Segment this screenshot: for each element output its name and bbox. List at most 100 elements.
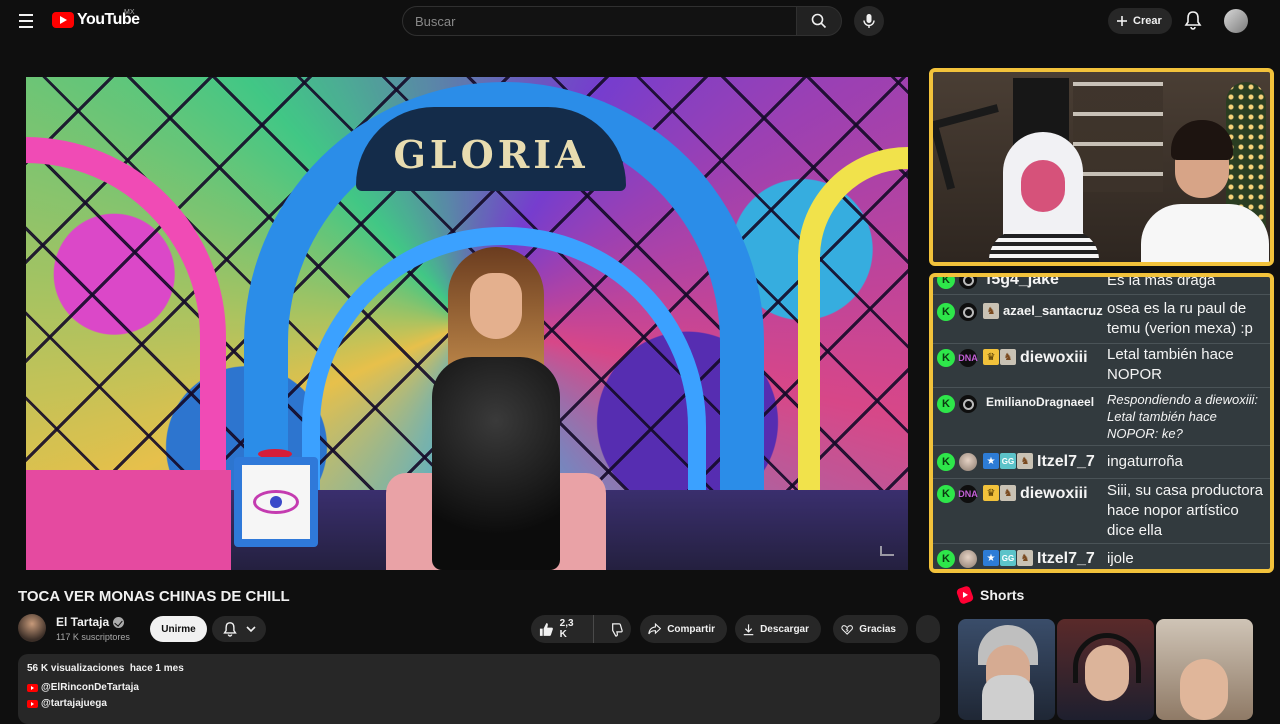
star-badge-icon: ★ xyxy=(983,550,999,566)
channel-name-text: El Tartaja xyxy=(56,615,110,629)
kick-icon: K xyxy=(937,349,955,367)
download-icon xyxy=(743,623,754,635)
search-input[interactable] xyxy=(415,13,797,29)
chat-text: Letal también hace NOPOR xyxy=(1107,346,1234,383)
streamer-left xyxy=(959,132,1109,262)
thumbs-up-icon xyxy=(539,622,553,636)
kick-icon: K xyxy=(937,395,955,413)
chat-message: K DNA ♛ ♞ diewoxiii xyxy=(937,349,1088,367)
chat-username: diewoxiii xyxy=(1020,349,1088,366)
chat-message: K ★ GG ♞ Itzel7_7 xyxy=(937,550,1095,568)
svg-text:$: $ xyxy=(846,627,849,633)
short-thumbnail[interactable] xyxy=(958,619,1055,720)
chat-text: Siii, su casa productora hace nopor artí… xyxy=(1107,482,1263,539)
join-button[interactable]: Unirme xyxy=(150,616,207,642)
user-avatar[interactable] xyxy=(1224,9,1248,33)
chat-message: K f5g4_jake xyxy=(937,273,1059,289)
dna-badge-icon: DNA xyxy=(958,349,978,367)
link-text: @ElRinconDeTartaja xyxy=(41,682,139,693)
search-button[interactable] xyxy=(796,6,842,36)
short-thumbnail[interactable] xyxy=(1156,619,1253,720)
chat-text: Es la más draga xyxy=(1107,273,1216,289)
verified-icon xyxy=(113,616,125,628)
more-actions-button[interactable] xyxy=(916,615,940,643)
description-box[interactable]: 56 K visualizaciones hace 1 mes @ElRinco… xyxy=(18,654,940,724)
cat-badge-icon: ♞ xyxy=(983,303,999,319)
presenter-figure xyxy=(406,247,586,570)
gift-badge-icon: GG xyxy=(1000,453,1016,469)
user-icon xyxy=(959,395,977,413)
description-link[interactable]: @tartajajuega xyxy=(27,698,931,709)
video-player[interactable]: GLORIA xyxy=(26,77,908,570)
share-icon xyxy=(648,622,662,635)
user-icon xyxy=(959,277,977,289)
chat-username: Itzel7_7 xyxy=(1037,550,1095,567)
search-icon xyxy=(811,13,827,29)
create-label: Crear xyxy=(1133,15,1162,27)
youtube-icon xyxy=(27,699,38,708)
chat-username: f5g4_jake xyxy=(986,273,1059,288)
download-label: Descargar xyxy=(760,623,809,635)
chat-message: K ♞ azael_santacruz xyxy=(937,303,1103,321)
download-button[interactable]: Descargar xyxy=(735,615,821,643)
chat-divider xyxy=(933,294,1270,295)
search-box[interactable] xyxy=(402,6,798,36)
thanks-button[interactable]: $ Gracias xyxy=(833,615,908,643)
user-avatar-icon xyxy=(959,453,977,471)
plus-icon xyxy=(1117,16,1127,26)
chat-username: azael_santacruz xyxy=(1003,303,1103,318)
chat-text: ingaturroña xyxy=(1107,453,1183,470)
thanks-heart-icon: $ xyxy=(841,624,853,635)
bell-icon xyxy=(222,622,237,637)
country-code: MX xyxy=(124,9,135,16)
bell-icon xyxy=(1184,11,1202,30)
chat-message: K DNA ♛ ♞ diewoxiii xyxy=(937,485,1088,503)
description-meta: 56 K visualizaciones hace 1 mes xyxy=(27,663,931,674)
top-bar: YouTube MX Crear xyxy=(0,0,1280,42)
channel-watermark-icon[interactable] xyxy=(880,546,894,556)
cat-badge-icon: ♞ xyxy=(1000,485,1016,501)
voice-search-button[interactable] xyxy=(854,6,884,36)
notifications-button[interactable] xyxy=(1184,10,1202,35)
like-count: 2,3 K xyxy=(559,618,574,640)
channel-avatar[interactable] xyxy=(18,614,46,642)
chat-divider xyxy=(933,445,1270,446)
chat-divider xyxy=(933,478,1270,479)
chat-overlay: K f5g4_jake Es la más draga K ♞ azael_sa… xyxy=(929,273,1274,573)
view-count: 56 K visualizaciones xyxy=(27,663,125,674)
chevron-down-icon xyxy=(245,626,256,633)
upload-date: hace 1 mes xyxy=(129,663,184,674)
eye-icon xyxy=(253,490,299,514)
youtube-play-icon xyxy=(52,12,74,28)
chat-message: K ★ GG ♞ Itzel7_7 xyxy=(937,453,1095,471)
subscriber-count: 117 K suscriptores xyxy=(56,632,130,642)
like-dislike-group: 2,3 K xyxy=(531,615,631,643)
chat-username: EmilianoDragnaeel xyxy=(986,395,1095,409)
chat-divider xyxy=(933,387,1270,388)
star-badge-icon: ★ xyxy=(983,453,999,469)
channel-name[interactable]: El Tartaja xyxy=(56,615,125,629)
chat-divider xyxy=(933,543,1270,544)
share-button[interactable]: Compartir xyxy=(640,615,727,643)
subscription-bell-button[interactable] xyxy=(212,616,266,642)
cat-badge-icon: ♞ xyxy=(1017,550,1033,566)
dislike-button[interactable] xyxy=(600,615,631,643)
link-text: @tartajajuega xyxy=(41,698,107,709)
create-button[interactable]: Crear xyxy=(1108,8,1172,34)
description-link[interactable]: @ElRinconDeTartaja xyxy=(27,682,931,693)
menu-icon[interactable] xyxy=(14,10,38,32)
chat-divider xyxy=(933,343,1270,344)
chat-message: K EmilianoDragnaeel xyxy=(937,395,1094,413)
user-icon xyxy=(959,303,977,321)
chat-text: ijole xyxy=(1107,550,1134,567)
chat-username: diewoxiii xyxy=(1020,485,1088,502)
short-thumbnail[interactable] xyxy=(1057,619,1154,720)
shorts-heading: Shorts xyxy=(955,585,1024,605)
video-title: TOCA VER MONAS CHINAS DE CHILL xyxy=(18,588,290,605)
like-button[interactable]: 2,3 K xyxy=(531,615,594,643)
crown-icon: ♛ xyxy=(983,485,999,501)
youtube-icon xyxy=(27,683,38,692)
eye-box xyxy=(234,457,318,547)
kick-icon: K xyxy=(937,550,955,568)
cat-badge-icon: ♞ xyxy=(1000,349,1016,365)
